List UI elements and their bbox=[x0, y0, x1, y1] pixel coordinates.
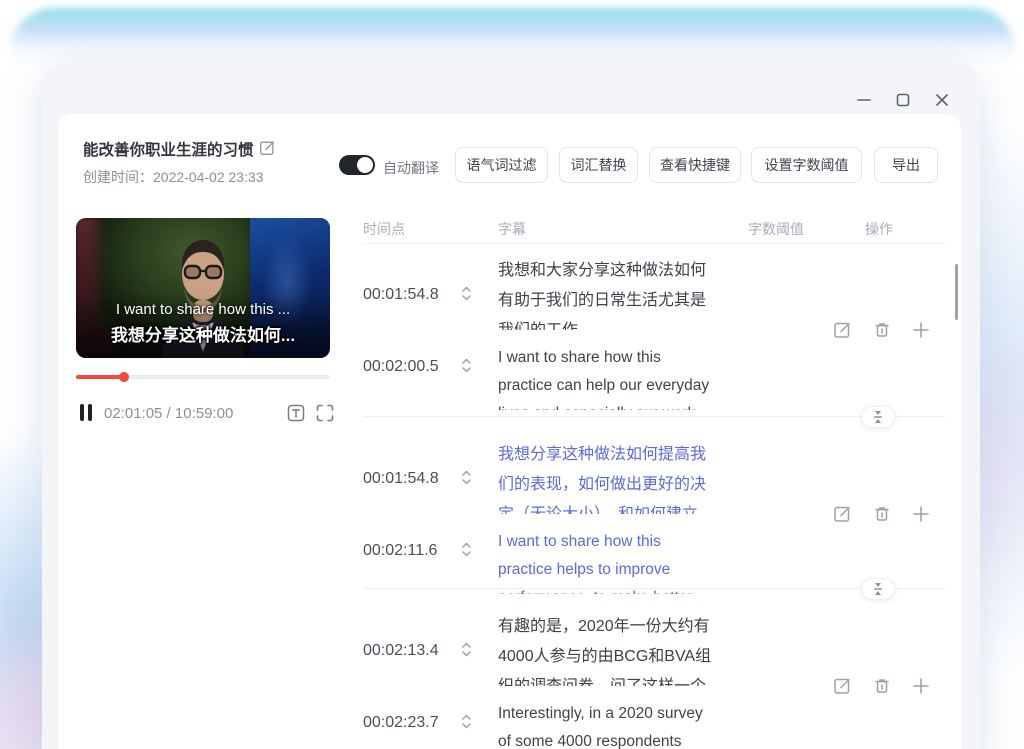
time-stepper[interactable] bbox=[459, 640, 473, 660]
created-time: 创建时间：2022-04-02 23:33 bbox=[83, 167, 264, 187]
maximize-button[interactable] bbox=[891, 88, 915, 112]
page-title: 能改善你职业生涯的习惯 bbox=[83, 138, 254, 160]
edit-row-button[interactable] bbox=[832, 504, 852, 524]
subtitle-row: 00:01:54.8 我想和大家分享这种做法如何 有助于我们的日常生活尤其是 我… bbox=[363, 243, 946, 417]
maximize-icon bbox=[898, 95, 909, 106]
auto-translate-toggle[interactable] bbox=[339, 155, 375, 175]
time-stepper[interactable] bbox=[459, 468, 473, 488]
pause-button[interactable] bbox=[80, 404, 94, 421]
edit-row-button[interactable] bbox=[832, 676, 852, 696]
video-subtitle-zh: 我想分享这种做法如何... bbox=[76, 321, 330, 346]
word-replace-button[interactable]: 词汇替换 bbox=[559, 147, 638, 183]
add-row-button[interactable] bbox=[911, 320, 931, 340]
delete-row-button[interactable] bbox=[872, 504, 892, 524]
filler-word-filter-button[interactable]: 语气词过滤 bbox=[455, 147, 548, 183]
time-display: 02:01:05 / 10:59:00 bbox=[104, 405, 233, 422]
up-down-icon bbox=[463, 288, 470, 300]
delete-row-button[interactable] bbox=[872, 676, 892, 696]
source-subtitle-text[interactable]: 我想和大家分享这种做法如何 有助于我们的日常生活尤其是 我们的工作 bbox=[498, 256, 744, 330]
add-row-button[interactable] bbox=[911, 676, 931, 696]
source-timestamp: 00:01:54.8 bbox=[363, 470, 439, 488]
source-subtitle-text[interactable]: 我想分享这种做法如何提高我 们的表现，如何做出更好的决 定（无论大小），和如何建… bbox=[498, 440, 744, 514]
text-t-icon bbox=[287, 404, 305, 422]
translation-timestamp: 00:02:23.7 bbox=[363, 714, 439, 732]
delete-row-button[interactable] bbox=[872, 320, 892, 340]
subtitle-row-active: 00:01:54.8 我想分享这种做法如何提高我 们的表现，如何做出更好的决 定… bbox=[363, 417, 946, 589]
translation-timestamp: 00:02:11.6 bbox=[363, 542, 437, 560]
col-header-threshold: 字数阈值 bbox=[748, 219, 804, 239]
up-down-icon bbox=[463, 644, 470, 656]
progress-bar[interactable] bbox=[76, 375, 330, 379]
screen: 能改善你职业生涯的习惯 创建时间：2022-04-02 23:33 自动翻译 语… bbox=[0, 0, 1024, 749]
translation-subtitle-text[interactable]: I want to share how this practice can he… bbox=[498, 344, 744, 410]
holographic-top-band bbox=[10, 8, 1016, 64]
translation-timestamp: 00:02:00.5 bbox=[363, 358, 439, 376]
col-header-actions: 操作 bbox=[865, 219, 893, 239]
table-scrollbar[interactable] bbox=[955, 264, 958, 320]
up-down-icon bbox=[463, 472, 470, 484]
add-row-button[interactable] bbox=[911, 504, 931, 524]
time-stepper[interactable] bbox=[459, 284, 473, 304]
up-down-icon bbox=[463, 544, 470, 556]
time-stepper[interactable] bbox=[459, 356, 473, 376]
time-stepper[interactable] bbox=[459, 540, 473, 560]
pause-icon bbox=[80, 404, 84, 421]
minimize-button[interactable] bbox=[852, 88, 876, 112]
fullscreen-button[interactable] bbox=[316, 404, 334, 422]
subtitle-table: 00:01:54.8 我想和大家分享这种做法如何 有助于我们的日常生活尤其是 我… bbox=[363, 243, 946, 749]
auto-translate-label: 自动翻译 bbox=[383, 158, 439, 178]
fullscreen-icon bbox=[316, 404, 334, 422]
up-down-icon bbox=[463, 360, 470, 372]
translation-subtitle-text[interactable]: I want to share how this practice helps … bbox=[498, 528, 744, 594]
translation-subtitle-text[interactable]: Interestingly, in a 2020 survey of some … bbox=[498, 700, 744, 749]
edit-row-button[interactable] bbox=[832, 320, 852, 340]
subtitle-display-button[interactable] bbox=[287, 404, 305, 422]
plus-icon bbox=[914, 679, 928, 693]
source-timestamp: 00:02:13.4 bbox=[363, 642, 439, 660]
toggle-knob bbox=[357, 157, 373, 173]
plus-icon bbox=[914, 507, 928, 521]
view-shortcuts-button[interactable]: 查看快捷键 bbox=[649, 147, 741, 183]
col-header-time: 时间点 bbox=[363, 219, 405, 239]
close-button[interactable] bbox=[930, 88, 954, 112]
export-button[interactable]: 导出 bbox=[874, 147, 938, 183]
subtitle-row: 00:02:13.4 有趣的是，2020年一份大约有 4000人参与的由BCG和… bbox=[363, 589, 946, 749]
video-subtitle-en: I want to share how this ... bbox=[76, 301, 330, 318]
source-timestamp: 00:01:54.8 bbox=[363, 286, 439, 304]
plus-icon bbox=[914, 323, 928, 337]
up-down-icon bbox=[463, 716, 470, 728]
progress-handle[interactable] bbox=[119, 372, 129, 382]
close-icon bbox=[937, 95, 947, 105]
progress-fill bbox=[76, 375, 124, 379]
time-stepper[interactable] bbox=[459, 712, 473, 732]
set-word-threshold-button[interactable]: 设置字数阈值 bbox=[751, 147, 862, 183]
video-preview[interactable]: I want to share how this ... 我想分享这种做法如何.… bbox=[76, 218, 330, 358]
edit-title-icon[interactable] bbox=[258, 139, 276, 157]
col-header-subtitle: 字幕 bbox=[498, 219, 526, 239]
source-subtitle-text[interactable]: 有趣的是，2020年一份大约有 4000人参与的由BCG和BVA组 织的调查问卷… bbox=[498, 612, 744, 686]
